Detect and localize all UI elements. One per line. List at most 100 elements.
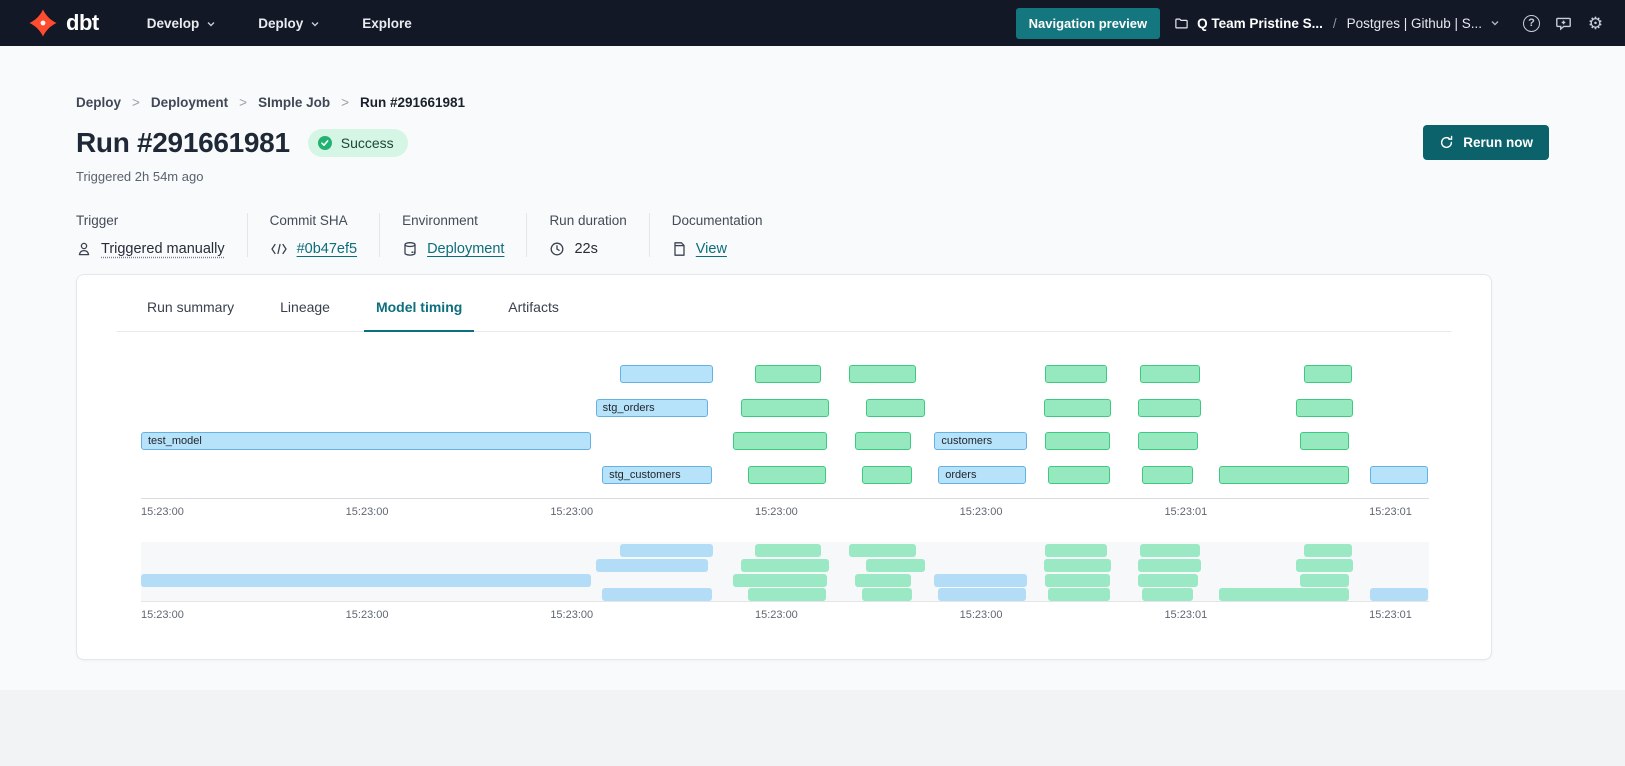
- gantt-chart: stg_orders test_model customers stg_custome…: [141, 365, 1429, 483]
- meta-documentation: Documentation View: [649, 213, 785, 257]
- minimap-bar: [1296, 559, 1353, 572]
- app-header: dbt Develop Deploy Explore Navigation pr…: [0, 0, 1625, 46]
- minimap-bar: [1219, 588, 1349, 601]
- header-icons: ? ⚙: [1522, 14, 1605, 33]
- gantt-bar[interactable]: [862, 466, 912, 484]
- status-badge: Success: [308, 129, 408, 157]
- clock-icon: [549, 241, 565, 257]
- time-tick-label: 15:23:00: [141, 506, 184, 518]
- minimap-bar: [620, 544, 713, 557]
- meta-environment: Environment Deployment: [379, 213, 526, 257]
- page-title: Run #291661981: [76, 127, 290, 159]
- gantt-bar[interactable]: [1219, 466, 1349, 484]
- minimap-bar: [1138, 559, 1201, 572]
- feedback-icon[interactable]: [1554, 14, 1573, 33]
- meta-trigger: Trigger Triggered manually: [76, 213, 247, 257]
- help-glyph: ?: [1523, 15, 1540, 32]
- user-icon: [76, 241, 92, 257]
- minimap-bar: [1048, 588, 1110, 601]
- breadcrumb: Deploy > Deployment > SImple Job > Run #…: [76, 46, 1549, 110]
- settings-icon[interactable]: ⚙: [1586, 14, 1605, 33]
- gantt-bar[interactable]: [866, 399, 925, 417]
- gantt-bar[interactable]: stg_customers: [602, 466, 711, 484]
- gantt-bar[interactable]: [1044, 399, 1111, 417]
- minimap-bar: [141, 574, 591, 587]
- gear-glyph: ⚙: [1588, 15, 1603, 32]
- triggered-text: Triggered 2h 54m ago: [76, 169, 1549, 184]
- documentation-view-link[interactable]: View: [696, 241, 727, 257]
- gantt-bar[interactable]: [733, 432, 827, 450]
- breadcrumb-item-deploy[interactable]: Deploy: [76, 95, 121, 110]
- database-icon: [402, 241, 418, 257]
- time-tick-label: 15:23:00: [550, 609, 593, 621]
- gantt-bar[interactable]: [1304, 365, 1352, 383]
- gantt-bar[interactable]: [855, 432, 912, 450]
- minimap-bar: [602, 588, 711, 601]
- minimap-bar: [1045, 574, 1109, 587]
- gantt-bar[interactable]: [748, 466, 827, 484]
- gantt-bar[interactable]: test_model: [141, 432, 591, 450]
- tab-artifacts[interactable]: Artifacts: [496, 299, 571, 332]
- minimap-bar: [596, 559, 708, 572]
- breadcrumb-item-simple-job[interactable]: SImple Job: [258, 95, 330, 110]
- minimap-bar: [1140, 544, 1199, 557]
- minimap-bar: [733, 574, 827, 587]
- navigation-preview-button[interactable]: Navigation preview: [1016, 8, 1160, 39]
- meta-label: Run duration: [549, 213, 626, 228]
- gantt-bar[interactable]: [1296, 399, 1353, 417]
- commit-sha-link[interactable]: #0b47ef5: [297, 241, 357, 257]
- breadcrumb-item-deployment[interactable]: Deployment: [151, 95, 228, 110]
- chevron-down-icon: [310, 19, 320, 29]
- tab-lineage[interactable]: Lineage: [268, 299, 342, 332]
- gantt-bar[interactable]: [1370, 466, 1428, 484]
- minimap-bars: [141, 544, 1429, 599]
- folder-icon: [1174, 16, 1189, 31]
- gantt-bar[interactable]: [1045, 365, 1107, 383]
- chevron-down-icon: [206, 19, 216, 29]
- dbt-logo[interactable]: dbt: [28, 8, 99, 38]
- nav-item-deploy[interactable]: Deploy: [258, 16, 320, 31]
- nav-item-develop[interactable]: Develop: [147, 16, 217, 31]
- gantt-bar[interactable]: [849, 365, 916, 383]
- timeline-minimap[interactable]: [141, 542, 1429, 602]
- gantt-bar[interactable]: [1138, 399, 1201, 417]
- environment-link[interactable]: Deployment: [427, 241, 504, 257]
- top-nav: Develop Deploy Explore: [147, 16, 412, 31]
- tab-run-summary[interactable]: Run summary: [135, 299, 246, 332]
- tab-model-timing[interactable]: Model timing: [364, 299, 474, 332]
- account-project-selector[interactable]: Q Team Pristine S... / Postgres | Github…: [1174, 16, 1500, 31]
- time-tick-label: 15:23:00: [141, 609, 184, 621]
- breadcrumb-separator: >: [330, 95, 360, 110]
- document-icon: [672, 241, 687, 257]
- gantt-bar[interactable]: [1140, 365, 1199, 383]
- gantt-bar[interactable]: [741, 399, 829, 417]
- status-label: Success: [341, 135, 394, 151]
- gantt-bar[interactable]: [1142, 466, 1194, 484]
- time-tick-label: 15:23:01: [1164, 609, 1207, 621]
- trigger-value[interactable]: Triggered manually: [101, 241, 225, 257]
- minimap-bar: [862, 588, 912, 601]
- time-tick-label: 15:23:00: [960, 506, 1003, 518]
- time-tick-label: 15:23:00: [346, 506, 389, 518]
- help-icon[interactable]: ?: [1522, 14, 1541, 33]
- gantt-bar[interactable]: [620, 365, 713, 383]
- time-tick-label: 15:23:01: [1164, 506, 1207, 518]
- gantt-bar[interactable]: [755, 365, 821, 383]
- nav-item-explore[interactable]: Explore: [362, 16, 412, 31]
- gantt-bar[interactable]: [1138, 432, 1199, 450]
- nav-item-label: Deploy: [258, 16, 303, 31]
- run-detail-card: Run summary Lineage Model timing Artifac…: [76, 274, 1492, 660]
- meta-label: Commit SHA: [270, 213, 357, 228]
- rerun-now-button[interactable]: Rerun now: [1423, 125, 1549, 160]
- gantt-bar[interactable]: orders: [938, 466, 1026, 484]
- gantt-bar[interactable]: [1045, 432, 1109, 450]
- gantt-bar[interactable]: stg_orders: [596, 399, 708, 417]
- meta-label: Trigger: [76, 213, 225, 228]
- time-tick-label: 15:23:00: [960, 609, 1003, 621]
- minimap-bar: [849, 544, 916, 557]
- page-footer-area: [0, 690, 1625, 766]
- gantt-bar[interactable]: [1300, 432, 1349, 450]
- gantt-bar[interactable]: [1048, 466, 1110, 484]
- gantt-bar[interactable]: customers: [934, 432, 1027, 450]
- refresh-icon: [1439, 135, 1454, 150]
